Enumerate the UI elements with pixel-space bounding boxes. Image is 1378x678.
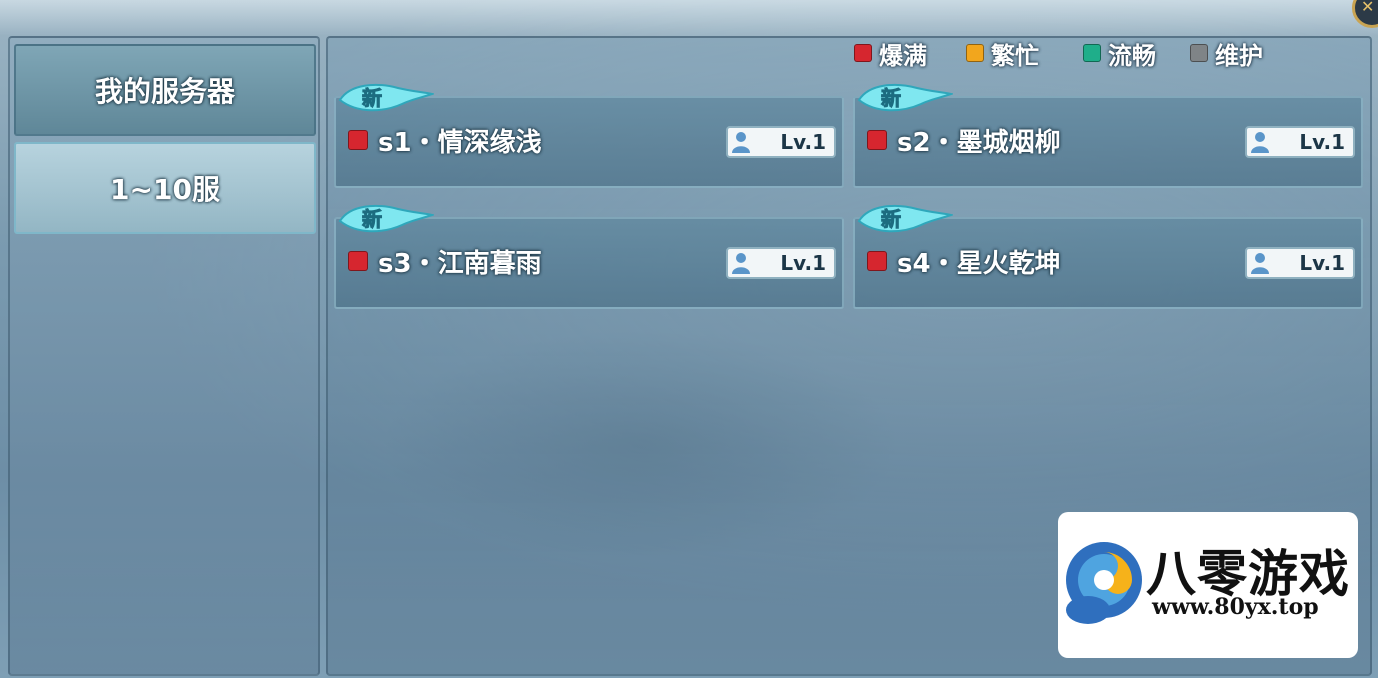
legend-label: 繁忙 [991,41,1039,70]
watermark-url: www.80yx.top [1152,594,1319,620]
player-icon [732,253,750,274]
server-level-badge: Lv.1 [726,126,836,158]
legend-full: 爆满 [854,38,927,70]
level-text: Lv.1 [780,130,826,154]
level-text: Lv.1 [780,251,826,275]
server-name: s4・星火乾坤 [897,249,1061,279]
server-name: s2・墨城烟柳 [897,128,1061,158]
tab-my-servers-label: 我的服务器 [94,75,235,108]
close-icon: ✕ [1361,0,1375,16]
server-name: s1・情深缘浅 [378,128,542,158]
server-card-s2[interactable]: 新 s2・墨城烟柳 Lv.1 [853,83,1363,188]
player-icon [1251,132,1269,153]
new-tag-label: 新 [362,207,382,231]
status-gem-icon [867,251,887,271]
new-banner-icon: 新 [338,83,434,112]
status-gem-icon [1190,44,1208,62]
level-text: Lv.1 [1299,130,1345,154]
server-level-badge: Lv.1 [1245,247,1355,279]
status-gem-icon [348,251,368,271]
tab-my-servers[interactable]: 我的服务器 [14,44,316,136]
server-level-badge: Lv.1 [726,247,836,279]
legend-label: 爆满 [879,41,927,70]
tab-servers-1-10[interactable]: 1~10服 [14,142,316,234]
new-banner-icon: 新 [338,204,434,233]
player-icon [732,132,750,153]
server-level-badge: Lv.1 [1245,126,1355,158]
new-tag-label: 新 [362,86,382,110]
legend-label: 维护 [1215,41,1263,70]
new-banner-icon: 新 [857,204,953,233]
new-tag-label: 新 [881,207,901,231]
top-strip [0,0,1378,36]
legend-smooth: 流畅 [1083,38,1156,70]
status-gem-icon [348,130,368,150]
server-name: s3・江南暮雨 [378,249,542,279]
status-gem-icon [1083,44,1101,62]
legend-maintenance: 维护 [1190,38,1263,70]
player-icon [1251,253,1269,274]
logo-icon [1066,542,1142,624]
server-group-sidebar: 我的服务器 1~10服 [8,36,320,676]
server-card-s1[interactable]: 新 s1・情深缘浅 Lv.1 [334,83,844,188]
new-banner-icon: 新 [857,83,953,112]
new-tag-label: 新 [881,86,901,110]
watermark-logo-box: 八零游戏 www.80yx.top [1058,512,1358,658]
status-gem-icon [966,44,984,62]
server-card-s3[interactable]: 新 s3・江南暮雨 Lv.1 [334,204,844,309]
server-card-s4[interactable]: 新 s4・星火乾坤 Lv.1 [853,204,1363,309]
status-gem-icon [867,130,887,150]
tab-servers-1-10-label: 1~10服 [110,173,220,206]
legend-label: 流畅 [1108,41,1156,70]
legend-busy: 繁忙 [966,38,1039,70]
level-text: Lv.1 [1299,251,1345,275]
status-gem-icon [854,44,872,62]
